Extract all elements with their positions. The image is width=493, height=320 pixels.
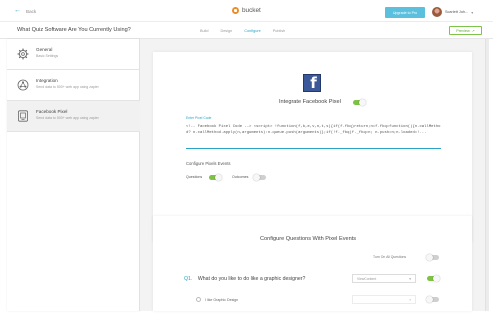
main-scrollbar[interactable] <box>486 39 489 311</box>
upgrade-button[interactable]: Upgrade to Pro <box>385 7 425 18</box>
turn-on-all-label: Turn On All Questions <box>373 255 407 259</box>
pixel-icon <box>18 110 28 122</box>
pixel-code-underline <box>186 148 441 149</box>
brand-logo: bucket <box>232 7 261 14</box>
avatar <box>432 7 442 17</box>
sidebar-item-subtitle: Send data to 500+ web app using zapier <box>36 85 99 89</box>
back-label: Back <box>26 8 37 14</box>
main-content: f Integrate Facebook Pixel Enter Pixel C… <box>140 39 486 311</box>
answer-toggle[interactable] <box>426 296 439 303</box>
sidebar-item-subtitle: Basic Settings <box>36 54 59 58</box>
back-arrow-icon: ← <box>14 7 21 14</box>
preview-label: Preview <box>456 28 470 33</box>
sidebar-item-integration[interactable]: Integration Send data to 500+ web app us… <box>7 70 140 101</box>
integrate-toggle[interactable] <box>353 99 366 106</box>
tab-publish[interactable]: Publish <box>273 22 297 39</box>
app-window: ← Back bucket Upgrade to Pro Scarlett Jo… <box>0 0 493 320</box>
sidebar-item-general[interactable]: General Basic Settings <box>7 39 140 70</box>
tab-configure[interactable]: Configure <box>242 22 272 40</box>
answer-row: I like Graphic Design <box>196 297 238 302</box>
tab-build[interactable]: Build <box>200 22 220 39</box>
integrate-label: Integrate Facebook Pixel <box>279 99 341 105</box>
pixel-code-label: Enter Pixel Code <box>186 116 212 120</box>
sidebar-item-title: Integration <box>36 78 58 83</box>
sidebar-item-title: Facebook Pixel <box>36 109 68 114</box>
sidebar-item-subtitle: Send data to 500+ web app using zapier <box>36 116 99 120</box>
answer-text: I like Graphic Design <box>205 297 239 302</box>
outcomes-event-toggle[interactable] <box>253 174 266 181</box>
integration-icon <box>17 79 29 91</box>
turn-on-all-toggle[interactable] <box>426 254 439 261</box>
question-number: Q1. <box>184 276 193 282</box>
facebook-icon: f <box>303 74 321 92</box>
answer-event-select[interactable]: ▾ <box>352 295 416 304</box>
sidebar-item-facebook-pixel[interactable]: Facebook Pixel Send data to 500+ web app… <box>7 101 140 132</box>
questions-card-title: Configure Questions With Pixel Events <box>260 236 357 242</box>
question-row: Q1. What do you like to do like a graphi… <box>184 276 305 282</box>
bucket-logo-icon <box>232 7 239 14</box>
top-bar: ← Back bucket Upgrade to Pro Scarlett Jo… <box>0 0 493 22</box>
facebook-pixel-card: f Integrate Facebook Pixel Enter Pixel C… <box>153 52 472 242</box>
back-button[interactable]: ← Back <box>14 7 37 14</box>
question-event-value: ViewContent <box>357 276 377 281</box>
question-text: What do you like to do like a graphic de… <box>197 276 306 282</box>
brand-name: bucket <box>242 7 261 14</box>
sidebar-item-title: General <box>36 47 53 52</box>
questions-pixel-card: Configure Questions With Pixel Events Tu… <box>153 216 472 311</box>
chevron-down-icon: ▾ <box>471 9 474 15</box>
settings-sidebar: General Basic Settings Integration Send … <box>7 39 140 311</box>
external-link-icon: ↗ <box>471 28 475 33</box>
questions-event-label: Questions <box>186 175 203 179</box>
tab-bar: Build Design Configure Publish <box>200 22 297 40</box>
chevron-down-icon: ▾ <box>409 297 411 302</box>
questions-event-toggle[interactable] <box>209 174 222 181</box>
question-toggle[interactable] <box>427 275 440 282</box>
question-event-select[interactable]: ViewContent ▾ <box>352 274 416 283</box>
configure-events-heading: Configure Pixels Events <box>186 161 231 166</box>
user-name: Scarlett Joh... <box>445 10 469 14</box>
outcomes-event-label: Outcomes <box>232 175 249 179</box>
quiz-toolbar: What Quiz Software Are You Currently Usi… <box>0 22 493 40</box>
pixel-code-input[interactable]: <!-- Facebook Pixel Code --> <script> !f… <box>186 124 441 136</box>
answer-radio[interactable] <box>196 297 201 302</box>
gear-icon <box>17 48 29 60</box>
chevron-down-icon: ▾ <box>409 276 411 281</box>
quiz-title: What Quiz Software Are You Currently Usi… <box>17 27 131 33</box>
preview-button[interactable]: Preview ↗ <box>449 26 482 35</box>
tab-design[interactable]: Design <box>220 22 244 39</box>
user-menu[interactable]: Scarlett Joh... ▾ <box>432 7 473 17</box>
